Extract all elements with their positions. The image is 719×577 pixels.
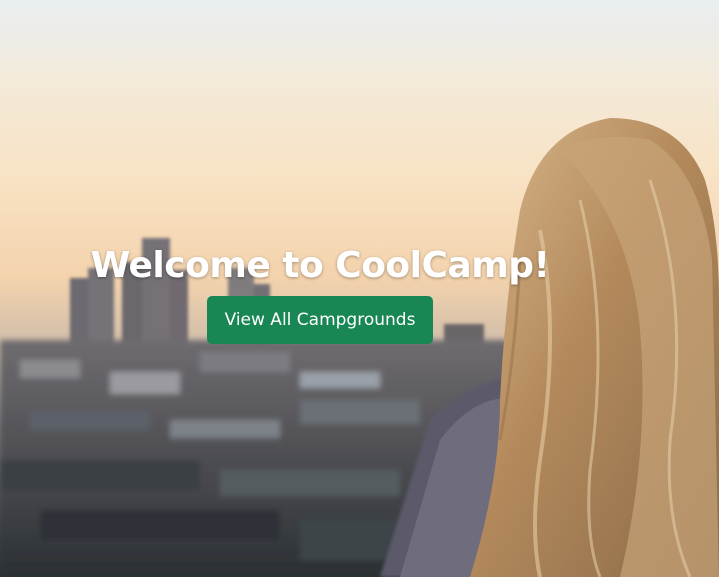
hero-content: Welcome to CoolCamp! View All Campground…: [0, 240, 640, 344]
hero-title: Welcome to CoolCamp!: [90, 245, 550, 286]
person-hair: [470, 118, 719, 577]
hero-section: Welcome to CoolCamp! View All Campground…: [0, 0, 719, 577]
view-all-campgrounds-button[interactable]: View All Campgrounds: [206, 296, 434, 344]
